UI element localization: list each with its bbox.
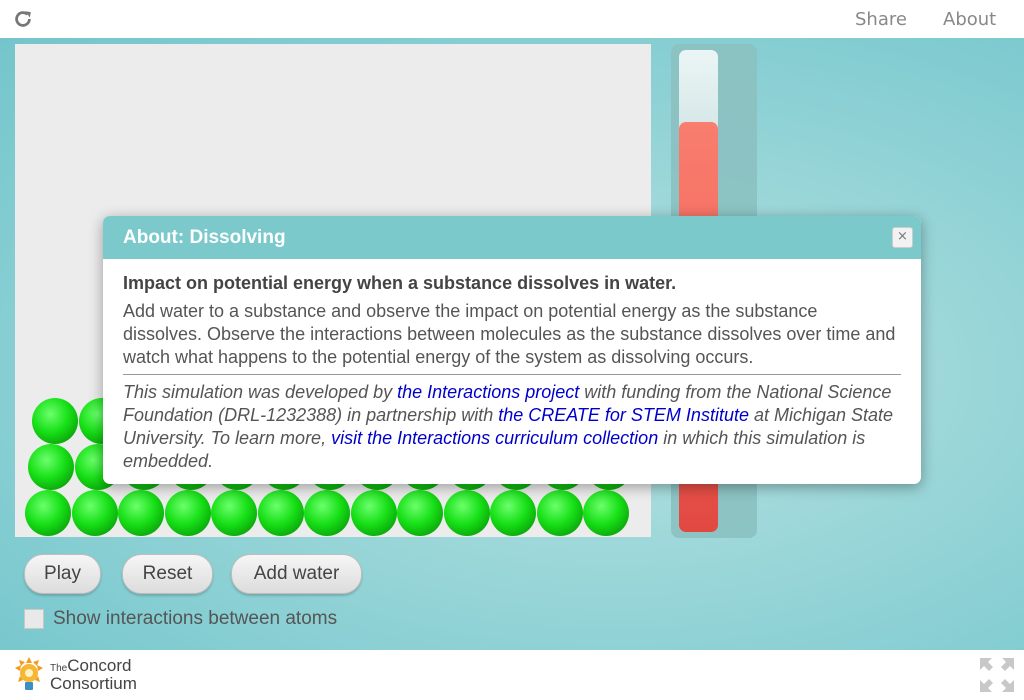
concord-logo-text[interactable]: TheConcord Consortium xyxy=(50,656,137,693)
share-link[interactable]: Share xyxy=(855,9,907,30)
fullscreen-icon[interactable] xyxy=(978,656,1016,694)
create-stem-link[interactable]: the CREATE for STEM Institute xyxy=(498,405,749,425)
about-dialog: About: Dissolving × Impact on potential … xyxy=(103,216,921,484)
atom[interactable] xyxy=(25,490,71,536)
atom[interactable] xyxy=(443,490,490,536)
dialog-credits: This simulation was developed by the Int… xyxy=(123,381,901,473)
atom[interactable] xyxy=(164,490,211,536)
show-interactions-row: Show interactions between atoms xyxy=(24,608,337,630)
top-bar: Share About xyxy=(0,0,1024,39)
show-interactions-checkbox[interactable] xyxy=(24,609,44,629)
reload-icon[interactable] xyxy=(12,8,34,30)
about-link[interactable]: About xyxy=(943,9,996,30)
interactions-project-link[interactable]: the Interactions project xyxy=(397,382,579,402)
atom[interactable] xyxy=(28,444,74,490)
dialog-header: About: Dissolving × xyxy=(103,216,921,259)
show-interactions-label[interactable]: Show interactions between atoms xyxy=(53,608,337,630)
atom[interactable] xyxy=(490,490,536,536)
atom[interactable] xyxy=(536,490,583,536)
reset-button[interactable]: Reset xyxy=(122,554,213,594)
atom[interactable] xyxy=(211,490,257,536)
add-water-button[interactable]: Add water xyxy=(231,554,362,594)
atom[interactable] xyxy=(397,490,443,536)
footer: TheConcord Consortium xyxy=(0,650,1024,700)
logo-line1: Concord xyxy=(67,656,132,675)
curriculum-collection-link[interactable]: visit the Interactions curriculum collec… xyxy=(331,428,658,448)
play-button[interactable]: Play xyxy=(24,554,101,594)
dialog-divider xyxy=(123,374,901,375)
atom[interactable] xyxy=(350,490,397,536)
logo-line2: Consortium xyxy=(50,674,137,693)
credit-text-1: This simulation was developed by xyxy=(123,382,398,402)
dialog-body: Impact on potential energy when a substa… xyxy=(103,259,921,473)
atom[interactable] xyxy=(32,398,78,444)
close-icon[interactable]: × xyxy=(892,227,913,248)
dialog-title: About: Dissolving xyxy=(123,227,286,248)
logo-prefix: The xyxy=(50,663,68,674)
dialog-heading: Impact on potential energy when a substa… xyxy=(123,273,677,293)
atom[interactable] xyxy=(257,490,304,536)
atom[interactable] xyxy=(71,490,118,536)
atom[interactable] xyxy=(304,490,350,536)
atom[interactable] xyxy=(118,490,164,536)
concord-lightbulb-logo-icon[interactable] xyxy=(12,656,46,694)
dialog-description: Add water to a substance and observe the… xyxy=(123,301,896,367)
atom[interactable] xyxy=(583,490,629,536)
